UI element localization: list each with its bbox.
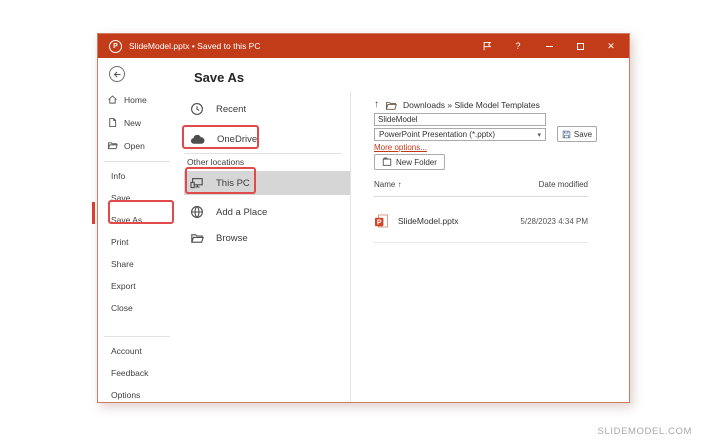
save-button[interactable]: Save (557, 126, 597, 142)
sidebar-item-label: Home (124, 95, 147, 105)
screenshot-canvas: P SlideModel.pptx • Saved to this PC ? ✕ (0, 0, 720, 445)
sidebar-item-account[interactable]: Account (98, 340, 176, 362)
save-as-selection-bar (92, 202, 95, 224)
sidebar-item-export[interactable]: Export (98, 275, 176, 297)
sidebar-item-label: New (124, 118, 141, 128)
window-title: SlideModel.pptx • Saved to this PC (129, 41, 261, 51)
close-button[interactable]: ✕ (599, 34, 623, 58)
sidebar-item-label: Share (111, 259, 134, 269)
highlight-box-save-as (108, 200, 174, 224)
powerpoint-logo-icon: P (109, 40, 122, 53)
column-name-label: Name (374, 180, 395, 189)
place-browse[interactable]: Browse (176, 225, 350, 251)
file-name: SlideModel.pptx (398, 216, 458, 226)
place-recent[interactable]: Recent (176, 96, 350, 122)
sidebar-item-options[interactable]: Options (98, 384, 176, 406)
file-table-header: Name ↑ Date modified (374, 180, 588, 189)
breadcrumb-path[interactable]: Downloads » Slide Model Templates (403, 100, 540, 110)
powerpoint-window: P SlideModel.pptx • Saved to this PC ? ✕ (97, 33, 630, 403)
sidebar-item-label: Account (111, 346, 142, 356)
other-locations-label: Other locations (187, 157, 244, 167)
sidebar-divider (104, 161, 170, 162)
sort-ascending-icon: ↑ (398, 180, 402, 189)
sidebar-item-home[interactable]: Home (98, 88, 176, 111)
breadcrumb-folder-icon (385, 100, 397, 111)
back-button[interactable] (109, 66, 125, 82)
sidebar-bottom-group: Account Feedback Options (98, 340, 176, 406)
new-folder-button[interactable]: New Folder (374, 154, 445, 170)
sidebar-item-share[interactable]: Share (98, 253, 176, 275)
filetype-select[interactable]: PowerPoint Presentation (*.pptx) ▾ (374, 128, 546, 141)
svg-text:P: P (377, 219, 382, 226)
sidebar-divider (104, 336, 170, 337)
place-add-a-place[interactable]: Add a Place (176, 199, 350, 225)
file-browser-panel: ↑ Downloads » Slide Model Templates Powe… (351, 58, 629, 402)
new-document-icon (107, 117, 118, 128)
chevron-down-icon: ▾ (537, 131, 541, 139)
backstage-sidebar: Home New Open Info Save Save As (98, 58, 176, 402)
browse-folder-icon (190, 231, 204, 245)
highlight-box-onedrive (182, 125, 259, 149)
minimize-icon (546, 46, 553, 47)
filename-input[interactable] (374, 113, 546, 126)
globe-plus-icon (190, 205, 204, 219)
sidebar-item-close[interactable]: Close (98, 297, 176, 319)
file-date-modified: 5/28/2023 4:34 PM (520, 217, 588, 226)
save-as-places-panel: Save As Recent OneDrive Other locations … (176, 58, 350, 402)
help-button[interactable]: ? (506, 34, 530, 58)
new-folder-icon (382, 157, 392, 167)
save-button-label: Save (574, 130, 592, 139)
highlight-box-this-pc (185, 167, 256, 194)
places-divider (184, 153, 342, 154)
up-directory-icon[interactable]: ↑ (374, 100, 379, 110)
page-title: Save As (194, 70, 244, 85)
sidebar-item-new[interactable]: New (98, 111, 176, 134)
sidebar-item-label: Options (111, 390, 140, 400)
sidebar-item-feedback[interactable]: Feedback (98, 362, 176, 384)
sidebar-item-print[interactable]: Print (98, 231, 176, 253)
sidebar-middle-group: Info Save Save As Print Share Export Clo… (98, 165, 176, 319)
place-label: Add a Place (216, 207, 267, 218)
watermark: SLIDEMODEL.COM (598, 426, 692, 437)
filetype-value: PowerPoint Presentation (*.pptx) (379, 130, 495, 139)
sidebar-top-group: Home New Open (98, 88, 176, 157)
sidebar-item-label: Close (111, 303, 133, 313)
more-options-link[interactable]: More options... (374, 143, 427, 152)
minimize-button[interactable] (537, 34, 561, 58)
maximize-button[interactable] (568, 34, 592, 58)
sidebar-item-label: Print (111, 237, 128, 247)
sidebar-item-info[interactable]: Info (98, 165, 176, 187)
new-folder-label: New Folder (396, 158, 437, 167)
sidebar-item-open[interactable]: Open (98, 134, 176, 157)
backstage-view: Home New Open Info Save Save As (98, 58, 629, 402)
table-header-divider (374, 196, 588, 197)
save-floppy-icon (562, 130, 571, 139)
home-icon (107, 94, 118, 105)
column-name[interactable]: Name ↑ (374, 180, 402, 189)
pptx-file-icon: P (374, 214, 389, 229)
breadcrumb: ↑ Downloads » Slide Model Templates (374, 98, 540, 112)
place-label: Browse (216, 233, 248, 244)
column-date-modified[interactable]: Date modified (539, 180, 588, 189)
place-label: Recent (216, 104, 246, 115)
sidebar-item-label: Export (111, 281, 136, 291)
titlebar: P SlideModel.pptx • Saved to this PC ? ✕ (98, 34, 629, 58)
sidebar-item-label: Open (124, 141, 145, 151)
clock-icon (190, 102, 204, 116)
maximize-icon (577, 43, 584, 50)
sidebar-item-label: Feedback (111, 368, 148, 378)
open-folder-icon (107, 140, 118, 151)
logo-letter: P (113, 43, 118, 50)
file-row[interactable]: P SlideModel.pptx 5/28/2023 4:34 PM (374, 210, 588, 232)
file-row-divider (374, 242, 588, 243)
sidebar-item-label: Info (111, 171, 125, 181)
coach-flag-icon[interactable] (475, 34, 499, 58)
